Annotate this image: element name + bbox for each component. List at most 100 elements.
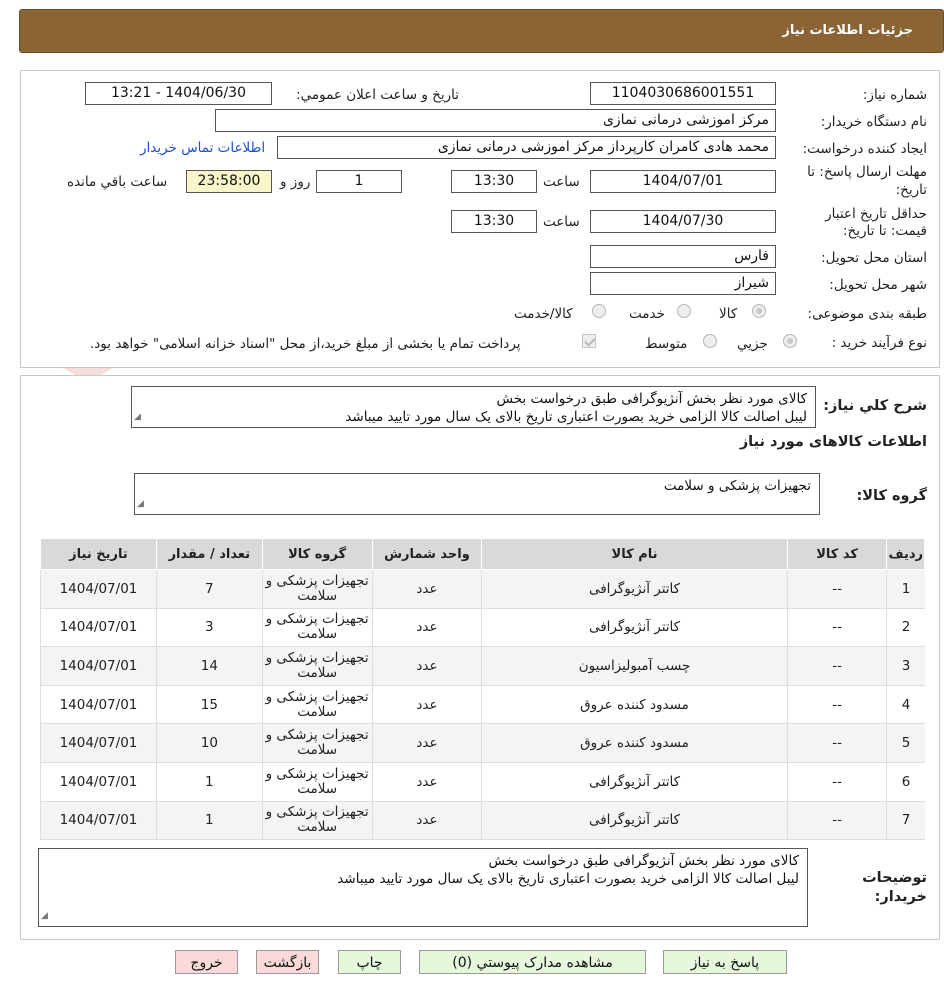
table-row[interactable]: 4 -- مسدود کننده عروق عدد تجهیزات پزشکی … — [40, 684, 925, 725]
announce-date-field[interactable]: 1404/06/30 - 13:21 — [85, 82, 272, 105]
quantity-cell: 7 — [155, 569, 263, 609]
deadline-label-line2: تاريخ: — [895, 182, 927, 198]
process-type-label: نوع فرآيند خريد : — [831, 335, 927, 351]
print-button[interactable]: چاپ — [338, 950, 401, 974]
category-label: طبقه بندی موضوعی: — [807, 306, 927, 322]
validity-date-field[interactable]: 1404/07/30 — [590, 210, 776, 233]
unit-cell: عدد — [371, 723, 482, 763]
province-label: استان محل تحويل: — [821, 250, 927, 266]
goods-table: رديف کد کالا نام کالا واحد شمارش گروه کا… — [40, 538, 925, 841]
category-service-radio[interactable] — [677, 304, 691, 318]
goods-table-body: 1 -- کاتتر آنژیوگرافی عدد تجهیزات پزشکی … — [40, 569, 925, 841]
table-row[interactable]: 2 -- کاتتر آنژیوگرافی عدد تجهیزات پزشکی … — [40, 607, 925, 648]
quantity-cell: 3 — [155, 607, 263, 648]
col-row-header: رديف — [886, 538, 925, 570]
row-number-cell: 4 — [886, 684, 925, 725]
need-number-field[interactable]: 1104030686001551 — [590, 82, 776, 105]
category-both-label: کالا/خدمت — [514, 306, 573, 322]
goods-group-cell: تجهیزات پزشکی و سلامت — [261, 723, 373, 763]
buyer-notes-line-1: کالای مورد نظر بخش آنژیوگرافی طبق درخواس… — [488, 853, 800, 869]
page-title: جزئیات اطلاعات نیاز — [782, 23, 913, 38]
city-field[interactable]: شیراز — [590, 272, 776, 295]
need-date-cell: 1404/07/01 — [40, 800, 157, 841]
reply-button[interactable]: پاسخ به نياز — [663, 950, 787, 974]
table-row[interactable]: 1 -- کاتتر آنژیوگرافی عدد تجهیزات پزشکی … — [40, 569, 925, 609]
goods-group-cell: تجهیزات پزشکی و سلامت — [261, 800, 373, 841]
goods-section-title: اطلاعات کالاهای مورد نیاز — [739, 434, 927, 450]
unit-cell: عدد — [371, 607, 482, 648]
col-group-header: گروه کالا — [261, 538, 373, 570]
summary-line-2: لیبل اصالت کالا الزامی خرید بصورت اعتبار… — [345, 409, 807, 425]
summary-textarea[interactable]: کالای مورد نظر بخش آنژیوگرافی طبق درخواس… — [131, 386, 816, 428]
table-row[interactable]: 6 -- کاتتر آنژیوگرافی عدد تجهیزات پزشکی … — [40, 761, 925, 802]
deadline-date-field[interactable]: 1404/07/01 — [590, 170, 776, 193]
remaining-days-field[interactable]: 1 — [316, 170, 402, 193]
quantity-cell: 10 — [155, 723, 263, 763]
back-button[interactable]: بازگشت — [256, 950, 319, 974]
category-goods-radio[interactable] — [752, 304, 766, 318]
category-service-label: خدمت — [629, 306, 665, 322]
process-medium-label: متوسط — [645, 336, 688, 352]
table-row[interactable]: 3 -- چسب آمبولیزاسیون عدد تجهیزات پزشکی … — [40, 646, 925, 686]
col-unit-header: واحد شمارش — [371, 538, 483, 570]
view-attachments-button[interactable]: مشاهده مدارک پيوستي (0) — [419, 950, 646, 974]
unit-cell: عدد — [371, 646, 482, 686]
goods-code-cell: -- — [786, 761, 887, 802]
treasury-payment-checkbox[interactable] — [582, 334, 596, 348]
col-date-header: تاريخ نياز — [40, 538, 157, 570]
goods-name-cell: مسدود کننده عروق — [481, 723, 788, 763]
goods-group-cell: تجهیزات پزشکی و سلامت — [261, 569, 373, 609]
goods-name-cell: کاتتر آنژیوگرافی — [481, 800, 788, 841]
validity-label-line1: حداقل تاريخ اعتبار — [825, 206, 927, 222]
buyer-org-field[interactable]: مرکز اموزشی درمانی نمازی — [215, 109, 776, 132]
validity-time-field[interactable]: 13:30 — [451, 210, 537, 233]
province-field[interactable]: فارس — [590, 245, 776, 268]
validity-time-label: ساعت — [543, 214, 580, 230]
col-qty-header: تعداد / مقدار — [155, 538, 263, 570]
resize-handle-icon[interactable]: ◢ — [134, 408, 141, 426]
resize-handle-icon[interactable]: ◢ — [41, 907, 48, 925]
goods-group-textarea[interactable]: تجهیزات پزشکی و سلامت ◢ — [134, 473, 820, 515]
treasury-payment-note: پرداخت تمام يا بخشی از مبلغ خريد،از محل … — [90, 336, 521, 352]
process-partial-radio[interactable] — [783, 334, 797, 348]
goods-code-cell: -- — [786, 607, 887, 648]
buyer-notes-line-2: لیبل اصالت کالا الزامی خرید بصورت اعتبار… — [337, 871, 799, 887]
process-medium-radio[interactable] — [703, 334, 717, 348]
buyer-notes-textarea[interactable]: کالای مورد نظر بخش آنژیوگرافی طبق درخواس… — [38, 848, 808, 927]
need-date-cell: 1404/07/01 — [40, 646, 157, 686]
creator-field[interactable]: محمد هادی کامران کارپرداز مرکز اموزشی در… — [277, 136, 776, 159]
exit-button[interactable]: خروج — [175, 950, 238, 974]
quantity-cell: 1 — [155, 800, 263, 841]
need-number-label: شماره نیاز: — [862, 87, 927, 103]
remaining-time-field[interactable]: 23:58:00 — [186, 170, 272, 193]
category-both-radio[interactable] — [592, 304, 606, 318]
deadline-time-label: ساعت — [543, 174, 580, 190]
goods-code-cell: -- — [786, 800, 887, 841]
row-number-cell: 7 — [886, 800, 925, 841]
summary-label: شرح کلي نياز: — [823, 398, 927, 414]
goods-code-cell: -- — [786, 569, 887, 609]
need-date-cell: 1404/07/01 — [40, 684, 157, 725]
remaining-time-label: ساعت باقي مانده — [67, 174, 168, 190]
goods-group-cell: تجهیزات پزشکی و سلامت — [261, 607, 373, 648]
unit-cell: عدد — [371, 761, 482, 802]
resize-handle-icon[interactable]: ◢ — [137, 495, 144, 513]
unit-cell: عدد — [371, 800, 482, 841]
buyer-contact-link[interactable]: اطلاعات تماس خريدار — [140, 140, 265, 156]
goods-group-label: گروه کالا: — [856, 488, 927, 504]
goods-group-value: تجهیزات پزشکی و سلامت — [663, 478, 811, 494]
row-number-cell: 6 — [886, 761, 925, 802]
row-number-cell: 2 — [886, 607, 925, 648]
deadline-time-field[interactable]: 13:30 — [451, 170, 537, 193]
goods-name-cell: مسدود کننده عروق — [481, 684, 788, 725]
table-row[interactable]: 5 -- مسدود کننده عروق عدد تجهیزات پزشکی … — [40, 723, 925, 763]
creator-label: ايجاد کننده درخواست: — [802, 141, 927, 157]
col-name-header: نام کالا — [481, 538, 788, 570]
row-number-cell: 1 — [886, 569, 925, 609]
col-code-header: کد کالا — [786, 538, 888, 570]
summary-line-1: کالای مورد نظر بخش آنژیوگرافی طبق درخواس… — [496, 391, 808, 407]
unit-cell: عدد — [371, 684, 482, 725]
need-date-cell: 1404/07/01 — [40, 569, 157, 609]
table-row[interactable]: 7 -- کاتتر آنژیوگرافی عدد تجهیزات پزشکی … — [40, 800, 925, 841]
days-label: روز و — [280, 174, 311, 190]
